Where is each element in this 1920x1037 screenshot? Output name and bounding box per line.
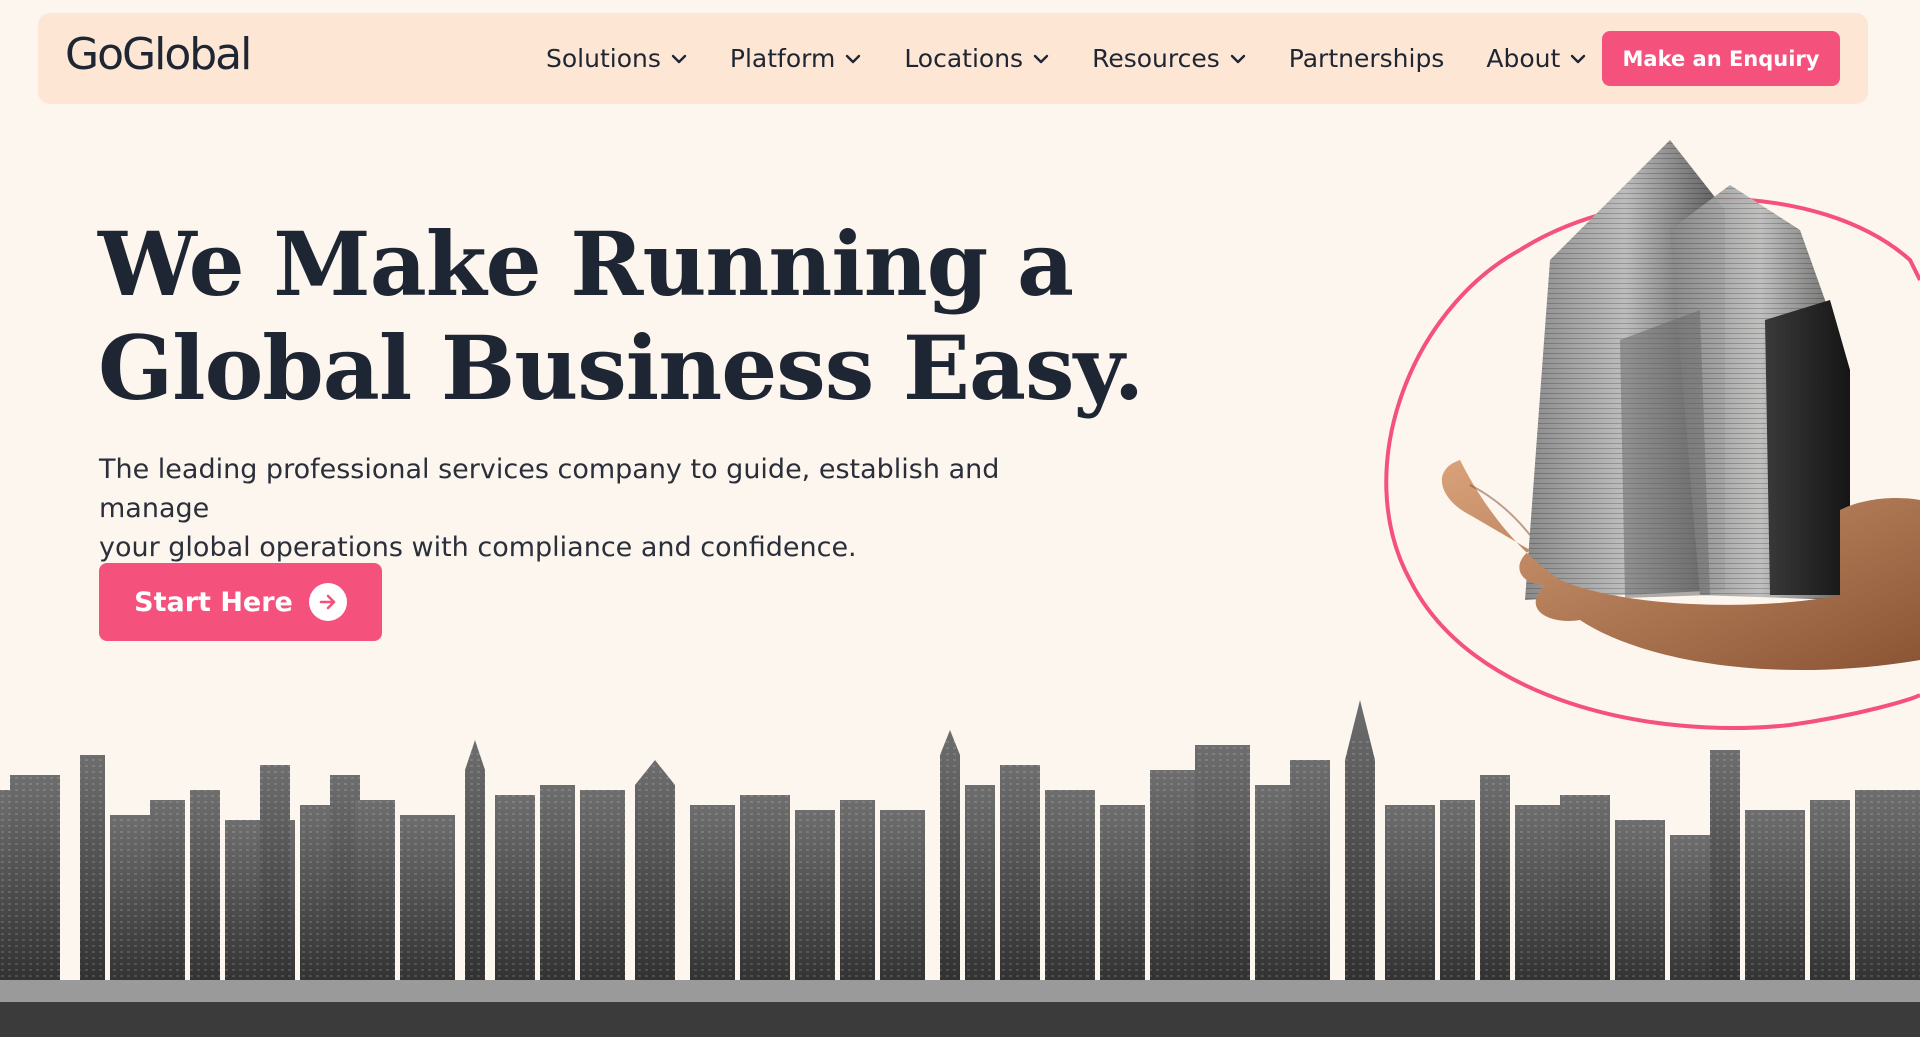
nav-item-solutions[interactable]: Solutions (546, 44, 688, 73)
nav-item-label: Partnerships (1288, 44, 1445, 73)
goglobal-logo[interactable]: GoGlobal (65, 33, 252, 77)
arrow-right-icon (308, 583, 347, 621)
nav-item-about[interactable]: About (1486, 44, 1587, 73)
chevron-down-icon (1569, 50, 1587, 68)
nav-item-resources[interactable]: Resources (1092, 44, 1247, 73)
nav-item-locations[interactable]: Locations (904, 44, 1050, 73)
top-navbar: GoGlobal Solutions Platform Locations Re… (38, 13, 1868, 104)
start-here-button[interactable]: Start Here (99, 563, 382, 641)
hand-holding-building-image (1384, 140, 1920, 731)
hero-subtitle-line-2: your global operations with compliance a… (99, 532, 857, 563)
start-here-label: Start Here (134, 586, 293, 618)
nav-item-label: Solutions (546, 44, 661, 73)
hero-subtitle-line-1: The leading professional services compan… (99, 454, 1000, 524)
hero-title-line-2: Global Business Easy. (98, 316, 1144, 420)
make-enquiry-button[interactable]: Make an Enquiry (1602, 31, 1840, 86)
hero-title-line-1: We Make Running a (98, 212, 1074, 316)
nav-item-platform[interactable]: Platform (730, 44, 862, 73)
chevron-down-icon (1229, 50, 1247, 68)
main-nav: Solutions Platform Locations Resources P… (546, 13, 1629, 104)
city-skyline-image (0, 700, 1920, 1037)
nav-item-partnerships[interactable]: Partnerships (1289, 44, 1445, 73)
chevron-down-icon (670, 50, 688, 68)
hero-subtitle: The leading professional services compan… (99, 450, 1099, 567)
chevron-down-icon (844, 50, 862, 68)
nav-item-label: Locations (904, 44, 1024, 73)
nav-item-label: About (1486, 44, 1561, 73)
hero-title: We Make Running a Global Business Easy. (98, 212, 1148, 420)
chevron-down-icon (1032, 50, 1050, 68)
nav-item-label: Platform (729, 44, 836, 73)
nav-item-label: Resources (1092, 44, 1220, 73)
